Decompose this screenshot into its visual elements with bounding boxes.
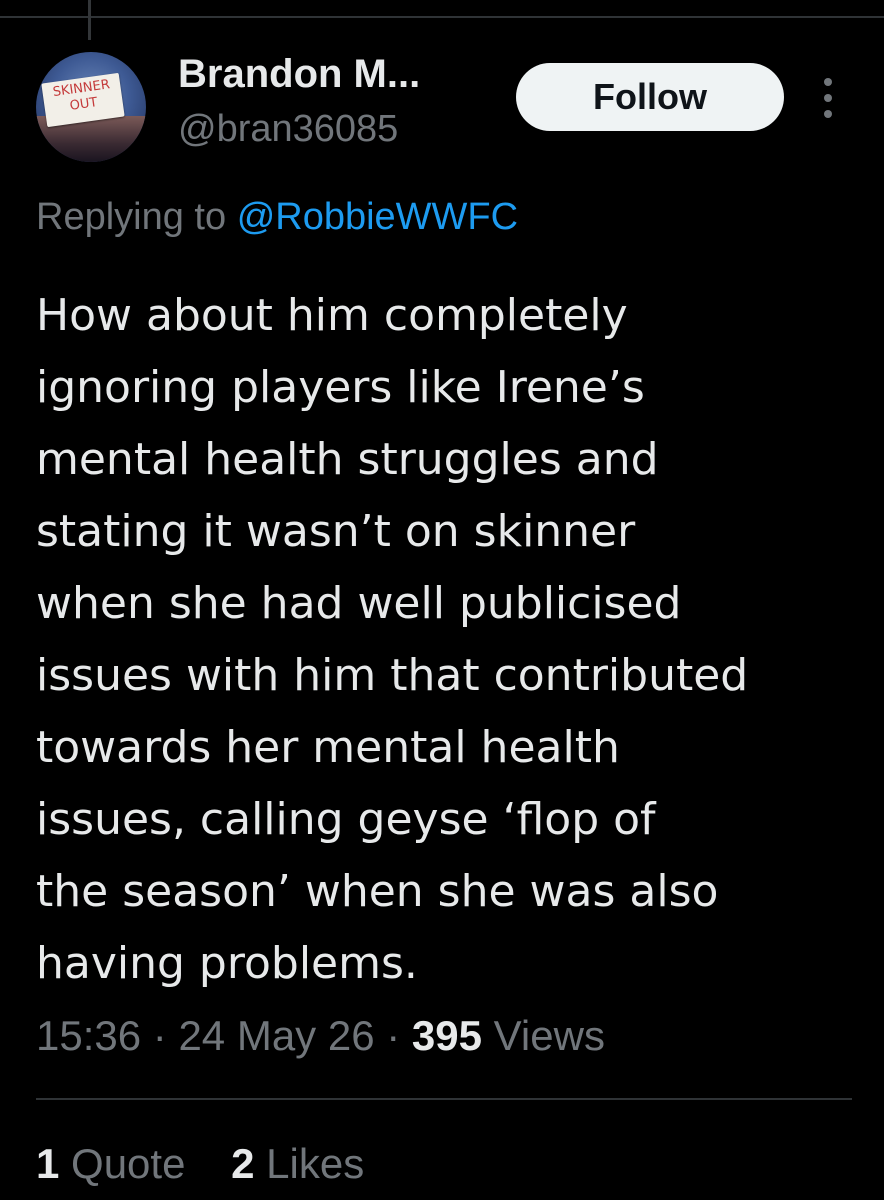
- likes-link[interactable]: 2 Likes: [231, 1140, 364, 1188]
- top-divider: [0, 16, 884, 18]
- avatar[interactable]: SKINNER OUT: [36, 52, 146, 162]
- thread-connector-line: [88, 0, 91, 40]
- tweet-text: How about him completely ignoring player…: [36, 280, 866, 1000]
- likes-count: 2: [231, 1140, 255, 1187]
- tweet-text-line: having problems.: [36, 938, 418, 989]
- tweet-date[interactable]: 24 May 26: [178, 1012, 374, 1059]
- likes-label: Likes: [266, 1140, 365, 1187]
- stats-divider: [36, 1098, 852, 1100]
- author-handle[interactable]: @bran36085: [178, 108, 398, 151]
- replying-to-prefix: Replying to: [36, 196, 227, 238]
- replying-to-mention-link[interactable]: @RobbieWWFC: [237, 196, 518, 238]
- replying-to-line: Replying to @RobbieWWFC: [36, 196, 518, 239]
- tweet-text-line: when she had well publicised: [36, 578, 682, 629]
- author-display-name[interactable]: Brandon M...: [178, 52, 420, 97]
- quotes-link[interactable]: 1 Quote: [36, 1140, 185, 1188]
- tweet-text-line: issues, calling geyse ‘flop of: [36, 794, 656, 845]
- tweet-text-line: mental health struggles and: [36, 434, 659, 485]
- more-vertical-icon[interactable]: [818, 76, 838, 120]
- tweet-text-line: ignoring players like Irene’s: [36, 362, 645, 413]
- tweet-text-line: stating it wasn’t on skinner: [36, 506, 636, 557]
- follow-button[interactable]: Follow: [516, 63, 784, 131]
- tweet-text-line: How about him completely: [36, 290, 628, 341]
- views-label: Views: [493, 1012, 605, 1059]
- tweet-text-line: issues with him that contributed: [36, 650, 749, 701]
- avatar-sign-text: SKINNER OUT: [42, 76, 124, 119]
- tweet-metadata: 15:36 · 24 May 26 · 395 Views: [36, 1012, 605, 1060]
- engagement-stats: 1 Quote 2 Likes: [36, 1140, 364, 1188]
- tweet-text-line: towards her mental health: [36, 722, 620, 773]
- quotes-count: 1: [36, 1140, 60, 1187]
- views-count: 395: [411, 1012, 482, 1059]
- tweet-text-line: the season’ when she was also: [36, 866, 719, 917]
- quotes-label: Quote: [71, 1140, 186, 1187]
- tweet-time[interactable]: 15:36: [36, 1012, 141, 1059]
- meta-separator: ·: [386, 1012, 401, 1059]
- meta-separator: ·: [152, 1012, 167, 1059]
